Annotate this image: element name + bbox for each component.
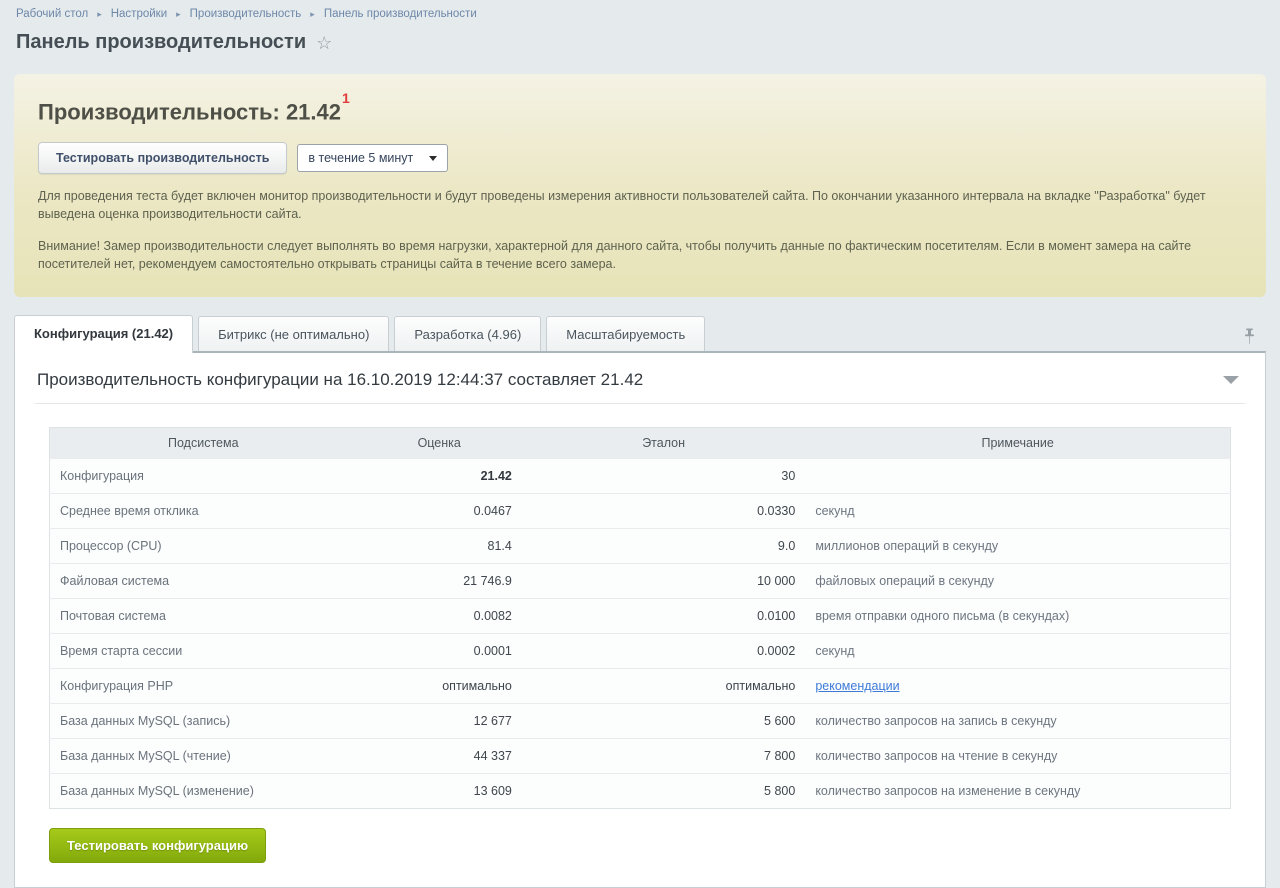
cell-subsystem: База данных MySQL (запись) (49, 702, 357, 739)
cell-reference: 0.0002 (521, 632, 806, 669)
table-row: База данных MySQL (чтение) 44 337 7 800 кол… (49, 737, 1231, 774)
cell-subsystem: Конфигурация PHP (49, 667, 357, 704)
performance-panel-page: Рабочий стол ▸ Настройки ▸ Производительност… (0, 0, 1280, 888)
cell-subsystem: База данных MySQL (чтение) (49, 737, 357, 774)
performance-test-controls: Тестировать производительность в течение… (38, 142, 1242, 175)
cell-score: оптимально (356, 667, 522, 704)
breadcrumb-item[interactable]: Настройки (111, 8, 167, 20)
cell-score: 0.0082 (356, 597, 522, 634)
section-header: Производительность конфигурации на 16.10… (35, 370, 1245, 390)
breadcrumb: Рабочий стол ▸ Настройки ▸ Производительност… (0, 0, 1280, 20)
header-reference: Эталон (521, 427, 806, 459)
table-row: Среднее время отклика 0.0467 0.0330 секунд (49, 492, 1231, 529)
table-row: Файловая система 21 746.9 10 000 файловых о… (49, 562, 1231, 599)
performance-summary-panel: Производительность: 21.421 Тестировать п… (14, 74, 1266, 297)
cell-reference: оптимально (521, 667, 806, 704)
subsystem-table-wrap: Подсистема Оценка Эталон Примечание Конф… (49, 426, 1231, 809)
description-paragraph-1: Для проведения теста будет включен монит… (38, 189, 1206, 222)
cell-subsystem: Процессор (CPU) (49, 527, 357, 564)
test-duration-value: в течение 5 минут (308, 151, 414, 166)
header-score: Оценка (356, 427, 522, 459)
cell-reference: 9.0 (521, 527, 806, 564)
performance-score-heading: Производительность: 21.421 (38, 90, 1242, 125)
select-caret-icon (429, 155, 438, 161)
cell-subsystem: Файловая система (49, 562, 357, 599)
tabs-bar: Конфигурация (21.42) Битрикс (не оптималь… (14, 314, 1266, 353)
table-row: База данных MySQL (запись) 12 677 5 600 кол… (49, 702, 1231, 739)
breadcrumb-separator-icon: ▸ (176, 8, 181, 19)
cell-note: секунд (805, 632, 1231, 669)
configuration-tab-content: Производительность конфигурации на 16.10… (14, 350, 1266, 888)
cell-reference: 7 800 (521, 737, 806, 774)
table-row: Конфигурация 21.42 30 (49, 457, 1231, 494)
breadcrumb-separator-icon: ▸ (97, 8, 102, 19)
cell-score: 21.42 (356, 457, 522, 494)
pin-icon[interactable] (1243, 328, 1256, 345)
cell-score: 12 677 (356, 702, 522, 739)
cell-note: рекомендации (805, 667, 1231, 704)
cell-note: количество запросов на изменение в секун… (805, 772, 1231, 809)
cell-note: количество запросов на запись в секунду (805, 702, 1231, 739)
subsystem-table: Подсистема Оценка Эталон Примечание Конф… (49, 426, 1231, 809)
cell-subsystem: Время старта сессии (49, 632, 357, 669)
cell-subsystem: Конфигурация (49, 457, 357, 494)
tab-inactive[interactable]: Битрикс (не оптимально) (198, 315, 390, 351)
collapse-section-icon[interactable] (1223, 375, 1239, 384)
breadcrumb-separator-icon: ▸ (310, 8, 315, 19)
cell-note (805, 457, 1231, 494)
favorite-star-icon[interactable]: ☆ (316, 34, 332, 52)
cell-subsystem: База данных MySQL (изменение) (49, 772, 357, 809)
test-performance-button[interactable]: Тестировать производительность (38, 142, 288, 175)
table-row: Процессор (CPU) 81.4 9.0 миллионов операций… (49, 527, 1231, 564)
recommendations-link[interactable]: рекомендации (815, 679, 899, 693)
page-title: Панель производительности (16, 31, 307, 53)
cell-subsystem: Среднее время отклика (49, 492, 357, 529)
cell-score: 21 746.9 (356, 562, 522, 599)
cell-note: секунд (805, 492, 1231, 529)
table-row: Почтовая система 0.0082 0.0100 время отправ… (49, 597, 1231, 634)
cell-score: 0.0467 (356, 492, 522, 529)
breadcrumb-item[interactable]: Панель производительности (324, 8, 477, 20)
cell-reference: 0.0100 (521, 597, 806, 634)
cell-reference: 5 800 (521, 772, 806, 809)
table-header-row: Подсистема Оценка Эталон Примечание (49, 427, 1231, 459)
section-title: Производительность конфигурации на 16.10… (37, 369, 644, 389)
cell-reference: 10 000 (521, 562, 806, 599)
tab-active[interactable]: Конфигурация (21.42) (14, 314, 194, 353)
table-row: Время старта сессии 0.0001 0.0002 секунд (49, 632, 1231, 669)
header-subsystem: Подсистема (49, 427, 357, 459)
cell-score: 0.0001 (356, 632, 522, 669)
cell-note: миллионов операций в секунду (805, 527, 1231, 564)
cell-score: 81.4 (356, 527, 522, 564)
cell-note: файловых операций в секунду (805, 562, 1231, 599)
cell-score: 44 337 (356, 737, 522, 774)
breadcrumb-item[interactable]: Производительность (190, 8, 302, 20)
subsystem-table-body: Конфигурация 21.42 30 Среднее время отклика… (49, 457, 1231, 809)
footnote-marker: 1 (342, 90, 350, 106)
tab-inactive[interactable]: Масштабируемость (546, 315, 706, 351)
description-paragraph-2: Внимание! Замер производительности следу… (38, 238, 1192, 271)
page-title-row: Панель производительности ☆ (0, 20, 1280, 54)
test-duration-select[interactable]: в течение 5 минут (297, 144, 449, 173)
cell-reference: 5 600 (521, 702, 806, 739)
cell-reference: 0.0330 (521, 492, 806, 529)
breadcrumb-item[interactable]: Рабочий стол (16, 8, 88, 20)
table-row: База данных MySQL (изменение) 13 609 5 800… (49, 772, 1231, 809)
performance-score-text: Производительность: 21.42 (38, 99, 341, 125)
cell-note: количество запросов на чтение в секунду (805, 737, 1231, 774)
header-note: Примечание (805, 427, 1231, 459)
table-row: Конфигурация PHP оптимально оптимально реко… (49, 667, 1231, 704)
cell-score: 13 609 (356, 772, 522, 809)
section-divider (35, 402, 1245, 404)
performance-description: Для проведения теста будет включен монит… (38, 187, 1242, 273)
cell-reference: 30 (521, 457, 806, 494)
tab-inactive[interactable]: Разработка (4.96) (394, 315, 542, 351)
cell-subsystem: Почтовая система (49, 597, 357, 634)
cell-note: время отправки одного письма (в секундах… (805, 597, 1231, 634)
test-configuration-button[interactable]: Тестировать конфигурацию (49, 827, 267, 863)
